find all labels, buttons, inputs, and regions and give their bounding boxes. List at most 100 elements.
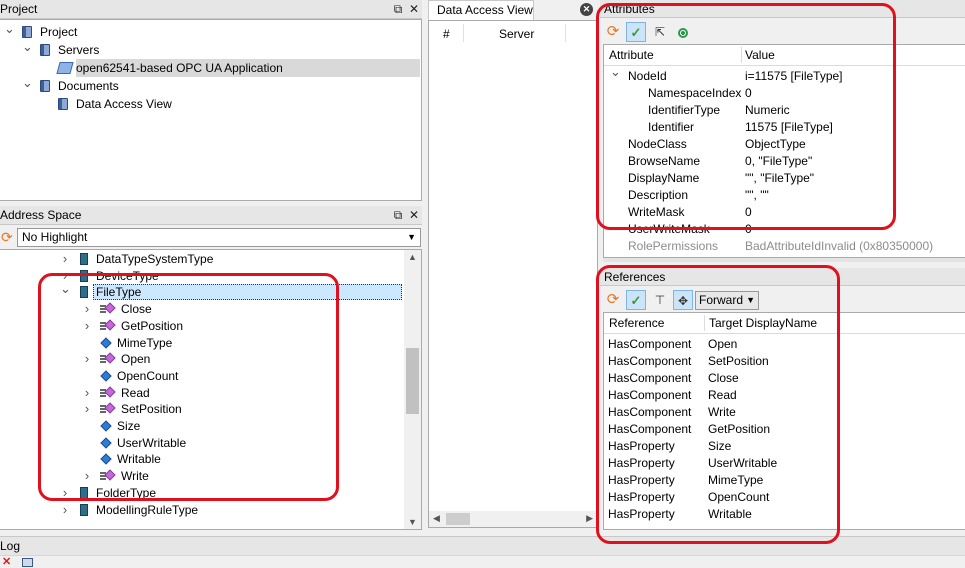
reference-row[interactable]: HasComponent Read bbox=[604, 386, 965, 403]
address-space-tree-item-label: Size bbox=[117, 419, 141, 433]
attribute-row[interactable]: NodeClass ObjectType bbox=[604, 135, 965, 152]
tab-data-access-view[interactable]: Data Access View bbox=[428, 0, 534, 20]
reference-row[interactable]: HasComponent Write bbox=[604, 403, 965, 420]
address-space-tree-item[interactable] bbox=[0, 435, 404, 452]
expand-arrow-icon[interactable]: ⌄ bbox=[610, 63, 621, 81]
reference-row[interactable]: HasComponent Open bbox=[604, 335, 965, 352]
address-space-scrollbar[interactable]: ▲ ▼ bbox=[404, 250, 421, 529]
book-icon bbox=[58, 98, 68, 110]
attribute-row[interactable]: BrowseName 0, "FileType" bbox=[604, 152, 965, 169]
column-header-reference[interactable]: Reference bbox=[609, 313, 664, 333]
references-refresh-icon[interactable]: ⟳ bbox=[603, 290, 623, 310]
scroll-right-arrow-icon[interactable]: ▶ bbox=[586, 513, 593, 524]
horizontal-scrollbar[interactable]: ◀ ▶ bbox=[429, 511, 597, 527]
expand-arrow-icon[interactable]: ⌄ bbox=[60, 280, 71, 298]
collapse-arrow-icon[interactable]: › bbox=[82, 384, 92, 402]
log-panel-title: Log bbox=[0, 537, 965, 556]
project-tree[interactable]: ⌄ Project ⌄ Servers open62541-based OPC UA A… bbox=[0, 19, 422, 201]
direction-select[interactable]: Forward ▼ bbox=[695, 291, 759, 310]
reference-row[interactable]: HasComponent GetPosition bbox=[604, 420, 965, 437]
attribute-row[interactable]: Identifier 11575 [FileType] bbox=[604, 118, 965, 135]
expand-arrow-icon[interactable]: ⌄ bbox=[22, 38, 33, 56]
reference-row[interactable]: HasProperty Size bbox=[604, 437, 965, 454]
attribute-row[interactable]: DisplayName "", "FileType" bbox=[604, 169, 965, 186]
attributes-scrollbar[interactable] bbox=[603, 258, 965, 262]
collapse-arrow-icon[interactable]: › bbox=[60, 250, 70, 268]
address-space-tree-item[interactable] bbox=[0, 401, 404, 418]
column-header-number[interactable]: # bbox=[443, 21, 450, 47]
project-close-button[interactable]: ✕ bbox=[407, 0, 421, 18]
project-float-button[interactable]: ⧉ bbox=[391, 0, 405, 18]
attribute-row[interactable]: UserWriteMask 0 bbox=[604, 220, 965, 237]
reference-row[interactable]: HasProperty Writable bbox=[604, 505, 965, 522]
scroll-thumb[interactable] bbox=[406, 348, 419, 414]
references-table[interactable]: Reference Target DisplayName HasComponen… bbox=[603, 312, 965, 530]
attributes-monitor-icon[interactable] bbox=[673, 22, 693, 42]
reference-row[interactable]: HasComponent SetPosition bbox=[604, 352, 965, 369]
column-header-server[interactable]: Server bbox=[499, 21, 534, 47]
address-space-tree-item[interactable] bbox=[0, 468, 404, 485]
tab-close-icon[interactable]: ✕ bbox=[580, 3, 593, 16]
scroll-left-arrow-icon[interactable]: ◀ bbox=[433, 513, 440, 524]
collapse-arrow-icon[interactable]: › bbox=[60, 501, 70, 519]
column-divider bbox=[565, 24, 566, 42]
address-space-tree-item[interactable] bbox=[0, 368, 404, 385]
references-network-icon[interactable]: ✥ bbox=[673, 290, 693, 310]
address-space-close-button[interactable]: ✕ bbox=[407, 206, 421, 224]
collapse-arrow-icon[interactable]: › bbox=[82, 300, 92, 318]
attribute-row[interactable]: NamespaceIndex 0 bbox=[604, 84, 965, 101]
references-header: Reference Target DisplayName bbox=[604, 313, 965, 334]
address-space-tree-item[interactable] bbox=[0, 451, 404, 468]
objecttype-icon bbox=[80, 286, 88, 299]
address-space-tree-item[interactable] bbox=[0, 385, 404, 402]
reference-row[interactable]: HasProperty MimeType bbox=[604, 471, 965, 488]
references-hierarchy-icon[interactable]: ⊤ bbox=[650, 290, 670, 310]
column-header-target-displayname[interactable]: Target DisplayName bbox=[709, 313, 817, 333]
attributes-table[interactable]: Attribute Value ⌄ NodeId i=11575 [FileType… bbox=[603, 44, 965, 258]
scroll-up-arrow-icon[interactable]: ▲ bbox=[404, 252, 421, 262]
attribute-row[interactable]: RolePermissions BadAttributeIdInvalid (0x… bbox=[604, 237, 965, 254]
address-space-tree-item-label: DeviceType bbox=[96, 268, 159, 283]
log-title-label: Log bbox=[0, 539, 21, 553]
expand-arrow-icon[interactable]: ⌄ bbox=[4, 20, 15, 38]
attribute-value: Numeric bbox=[745, 103, 790, 117]
attributes-refresh-icon[interactable]: ⟳ bbox=[603, 22, 623, 42]
address-space-tree-item[interactable] bbox=[0, 418, 404, 435]
attribute-row[interactable]: IdentifierType Numeric bbox=[604, 101, 965, 118]
address-space-tree-item-label: DataTypeSystemType bbox=[96, 252, 214, 266]
expand-arrow-icon[interactable]: ⌄ bbox=[22, 74, 33, 92]
highlight-select[interactable]: No Highlight ▼ bbox=[17, 228, 421, 247]
address-space-tree-item-label: ModellingRuleType bbox=[96, 502, 199, 517]
address-space-tree-item[interactable] bbox=[0, 351, 404, 368]
address-space-tree-item[interactable] bbox=[0, 318, 404, 335]
method-icon bbox=[100, 304, 114, 314]
attribute-row[interactable]: ⌄ NodeId i=11575 [FileType] bbox=[604, 64, 965, 84]
collapse-arrow-icon[interactable]: › bbox=[82, 467, 92, 485]
collapse-arrow-icon[interactable]: › bbox=[82, 317, 92, 335]
column-header-value[interactable]: Value bbox=[745, 45, 775, 65]
address-space-tree[interactable]: › DataTypeSystemType › DeviceType ⌄ FileType ›… bbox=[0, 249, 422, 530]
column-divider bbox=[463, 24, 464, 42]
address-space-tree-item[interactable] bbox=[0, 335, 404, 352]
column-header-attribute[interactable]: Attribute bbox=[609, 45, 654, 65]
address-space-panel-title: Address Space bbox=[0, 206, 422, 225]
collapse-arrow-icon[interactable]: › bbox=[60, 484, 70, 502]
chevron-down-icon: ▼ bbox=[407, 232, 416, 242]
reference-type: HasComponent bbox=[608, 388, 692, 402]
refresh-icon[interactable]: ⟳ bbox=[1, 230, 13, 244]
data-access-table[interactable]: # Server ◀ ▶ bbox=[428, 20, 598, 528]
reference-row[interactable]: HasProperty UserWritable bbox=[604, 454, 965, 471]
address-space-float-button[interactable]: ⧉ bbox=[391, 206, 405, 224]
collapse-arrow-icon[interactable]: › bbox=[82, 400, 92, 418]
address-space-tree-item[interactable] bbox=[0, 301, 404, 318]
attributes-check-icon[interactable]: ✓ bbox=[626, 22, 646, 42]
collapse-arrow-icon[interactable]: › bbox=[82, 350, 92, 368]
reference-row[interactable]: HasProperty OpenCount bbox=[604, 488, 965, 505]
attributes-cursor-icon[interactable]: ⇱ bbox=[650, 22, 670, 42]
reference-row[interactable]: HasComponent Close bbox=[604, 369, 965, 386]
references-check-icon[interactable]: ✓ bbox=[626, 290, 646, 310]
attribute-row[interactable]: WriteMask 0 bbox=[604, 203, 965, 220]
attribute-row[interactable]: Description "", "" bbox=[604, 186, 965, 203]
scroll-down-arrow-icon[interactable]: ▼ bbox=[404, 517, 421, 527]
scroll-thumb[interactable] bbox=[446, 513, 470, 525]
